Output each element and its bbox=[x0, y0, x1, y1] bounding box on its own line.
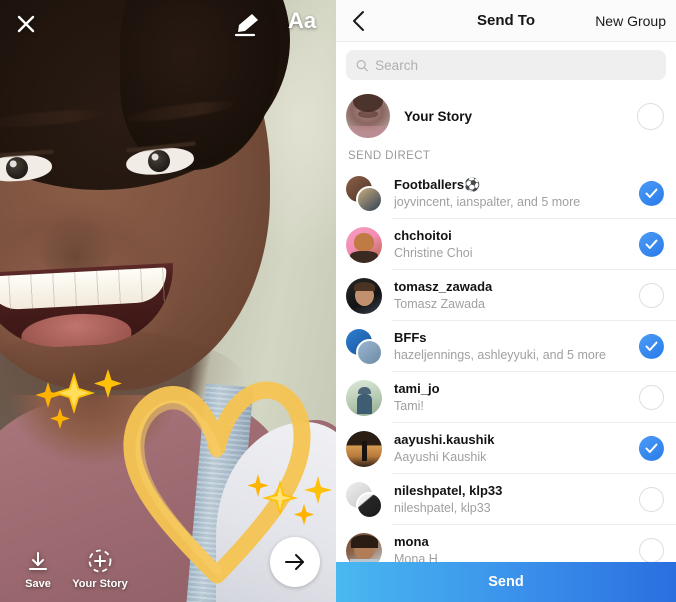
next-button[interactable] bbox=[270, 537, 320, 587]
table-row[interactable]: tami_jo Tami! bbox=[336, 372, 676, 423]
send-to-header: Send To New Group bbox=[336, 0, 676, 42]
row-texts: tami_jo Tami! bbox=[394, 381, 639, 414]
photo-top-toolbar: Aa bbox=[0, 0, 336, 48]
table-row[interactable]: chchoitoi Christine Choi bbox=[336, 219, 676, 270]
search-icon bbox=[356, 59, 368, 71]
row-texts: BFFs hazeljennings, ashleyyuki, and 5 mo… bbox=[394, 330, 639, 363]
close-icon[interactable] bbox=[12, 10, 40, 38]
marker-pen-icon[interactable] bbox=[232, 10, 262, 38]
search-container bbox=[336, 42, 676, 86]
your-story-checkbox[interactable] bbox=[637, 102, 664, 130]
row-primary-text: aayushi.kaushik bbox=[394, 432, 495, 447]
row-checkbox[interactable] bbox=[639, 232, 664, 257]
table-row[interactable]: BFFs hazeljennings, ashleyyuki, and 5 mo… bbox=[336, 321, 676, 372]
row-primary-text: BFFs bbox=[394, 330, 427, 345]
row-secondary-text: Tomasz Zawada bbox=[394, 297, 486, 311]
page-title: Send To bbox=[476, 12, 536, 29]
row-secondary-text: Christine Choi bbox=[394, 246, 473, 260]
photo-editor-panel: Aa Save Your Story bbox=[0, 0, 336, 602]
row-secondary-text: Aayushi Kaushik bbox=[394, 450, 487, 464]
instagram-story-share-screen: Aa Save Your Story Send To New Group Sea… bbox=[0, 0, 676, 602]
avatar bbox=[346, 481, 383, 519]
send-button[interactable]: Send bbox=[336, 562, 676, 602]
row-secondary-text: joyvincent, ianspalter, and 5 more bbox=[394, 195, 581, 209]
row-checkbox[interactable] bbox=[639, 181, 664, 206]
save-button[interactable]: Save bbox=[16, 550, 60, 590]
row-primary-text: mona bbox=[394, 534, 429, 549]
avatar bbox=[346, 175, 383, 213]
row-texts: nileshpatel, klp33 nileshpatel, klp33 bbox=[394, 483, 639, 516]
row-checkbox[interactable] bbox=[639, 538, 664, 563]
your-story-label: Your Story bbox=[404, 108, 473, 124]
new-group-button[interactable]: New Group bbox=[595, 0, 666, 42]
send-direct-section-label: SEND DIRECT bbox=[348, 150, 431, 162]
save-label: Save bbox=[25, 578, 51, 590]
your-story-label: Your Story bbox=[72, 578, 128, 590]
check-icon bbox=[645, 341, 658, 351]
row-primary-text: tami_jo bbox=[394, 381, 440, 396]
text-tool-icon[interactable]: Aa bbox=[288, 8, 316, 34]
row-checkbox[interactable] bbox=[639, 436, 664, 461]
search-box[interactable] bbox=[346, 50, 666, 80]
download-icon bbox=[29, 552, 47, 570]
row-secondary-text: nileshpatel, klp33 bbox=[394, 501, 491, 515]
row-primary-text: tomasz_zawada bbox=[394, 279, 493, 294]
row-checkbox[interactable] bbox=[639, 385, 664, 410]
row-primary-text: nileshpatel, klp33 bbox=[394, 483, 503, 498]
recipient-list: Footballers⚽ joyvincent, ianspalter, and… bbox=[336, 168, 676, 576]
row-primary-text: Footballers⚽ bbox=[394, 177, 481, 192]
row-checkbox[interactable] bbox=[639, 334, 664, 359]
your-story-row[interactable]: Your Story bbox=[336, 86, 676, 146]
check-icon bbox=[645, 443, 658, 453]
check-icon bbox=[645, 239, 658, 249]
row-texts: tomasz_zawada Tomasz Zawada bbox=[394, 279, 639, 312]
row-checkbox[interactable] bbox=[639, 487, 664, 512]
table-row[interactable]: aayushi.kaushik Aayushi Kaushik bbox=[336, 423, 676, 474]
avatar bbox=[346, 328, 383, 366]
avatar bbox=[346, 226, 382, 263]
arrow-right-icon bbox=[285, 554, 304, 570]
photo-bottom-toolbar: Save Your Story bbox=[0, 522, 336, 602]
avatar bbox=[346, 430, 382, 467]
your-story-avatar bbox=[346, 94, 390, 138]
chevron-left-icon bbox=[353, 11, 364, 31]
back-button[interactable] bbox=[344, 0, 374, 42]
table-row[interactable]: nileshpatel, klp33 nileshpatel, klp33 bbox=[336, 474, 676, 525]
row-primary-text: chchoitoi bbox=[394, 228, 452, 243]
sparkles-emoji-left bbox=[36, 369, 122, 429]
avatar bbox=[346, 277, 382, 314]
row-texts: aayushi.kaushik Aayushi Kaushik bbox=[394, 432, 639, 465]
row-checkbox[interactable] bbox=[639, 283, 664, 308]
row-texts: chchoitoi Christine Choi bbox=[394, 228, 639, 261]
row-secondary-text: Tami! bbox=[394, 399, 424, 413]
send-to-panel: Send To New Group Your Story SEND DIRECT bbox=[336, 0, 676, 602]
avatar bbox=[346, 379, 382, 416]
table-row[interactable]: Footballers⚽ joyvincent, ianspalter, and… bbox=[336, 168, 676, 219]
row-secondary-text: hazeljennings, ashleyyuki, and 5 more bbox=[394, 348, 606, 362]
your-story-button[interactable]: Your Story bbox=[70, 548, 130, 590]
table-row[interactable]: tomasz_zawada Tomasz Zawada bbox=[336, 270, 676, 321]
add-to-story-icon bbox=[88, 549, 112, 573]
check-icon bbox=[645, 188, 658, 198]
row-texts: Footballers⚽ joyvincent, ianspalter, and… bbox=[394, 177, 639, 210]
search-input[interactable] bbox=[375, 57, 656, 73]
